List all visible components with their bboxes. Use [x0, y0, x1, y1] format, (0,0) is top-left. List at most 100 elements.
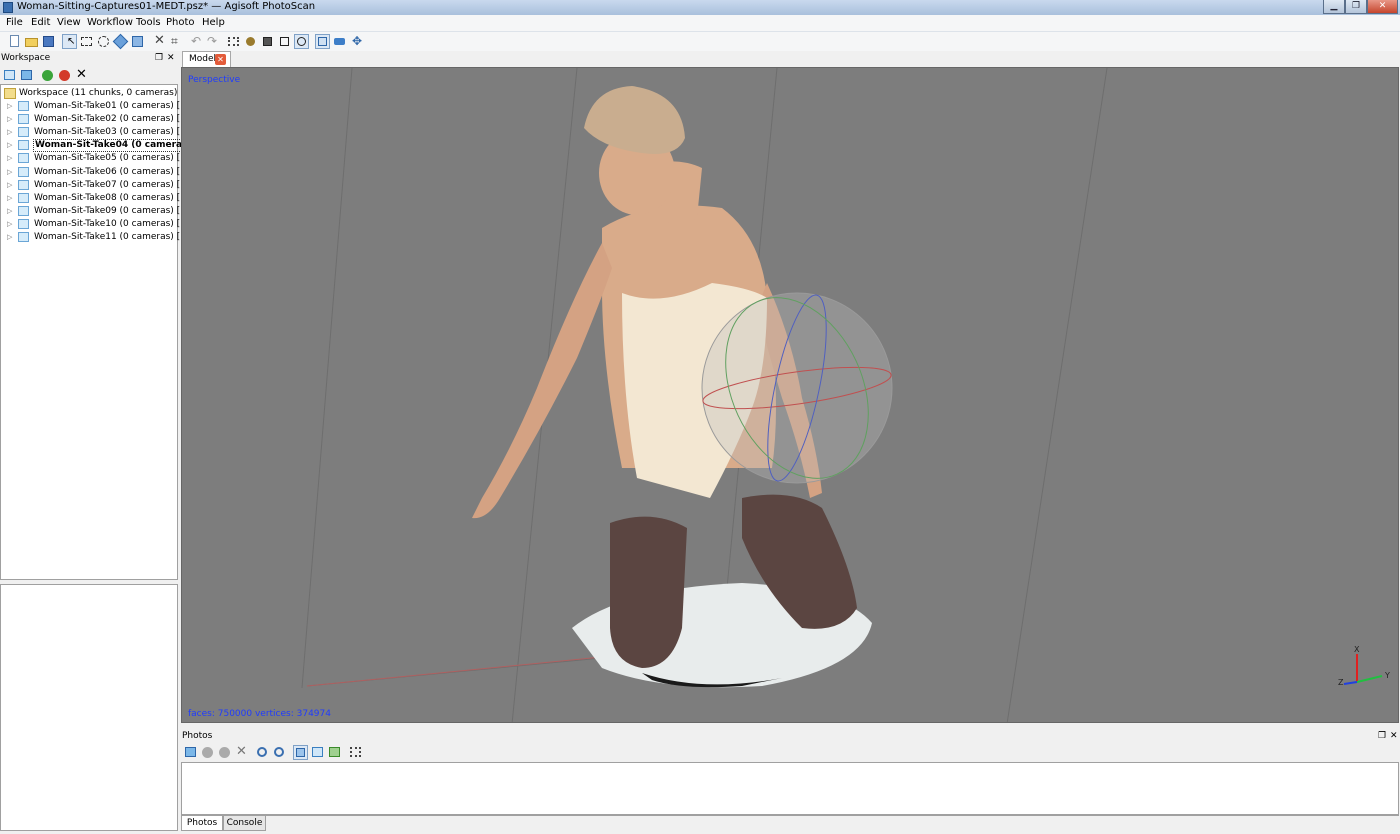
- axis-z-label: Z: [1338, 678, 1344, 687]
- delete-selection-icon[interactable]: ✕: [151, 34, 166, 49]
- workspace-chunk-item[interactable]: ▷ Woman-Sit-Take01 (0 cameras) [R]: [1, 100, 190, 113]
- workspace-chunk-item[interactable]: ▷ Woman-Sit-Take02 (0 cameras) [R]: [1, 113, 190, 126]
- tab-console[interactable]: Console: [223, 816, 266, 831]
- show-info-icon[interactable]: [332, 34, 347, 49]
- workspace-root[interactable]: Workspace (11 chunks, 0 cameras): [1, 87, 177, 100]
- enable-icon[interactable]: [40, 68, 55, 83]
- expand-arrow-icon[interactable]: ▷: [7, 192, 12, 205]
- workspace-chunk-item[interactable]: ▷ Woman-Sit-Take03 (0 cameras) [R]: [1, 126, 190, 139]
- workspace-chunk-item[interactable]: ▷ Woman-Sit-Take07 (0 cameras) [R]: [1, 179, 190, 192]
- chunk-label: Woman-Sit-Take02 (0 cameras) [R]: [34, 114, 190, 125]
- workspace-chunk-item[interactable]: ▷ Woman-Sit-Take05 (0 cameras) [R]: [1, 152, 190, 165]
- expand-arrow-icon[interactable]: ▷: [7, 152, 12, 165]
- maximize-button[interactable]: ❐: [1345, 0, 1367, 14]
- chunk-icon: [18, 166, 29, 177]
- show-model-icon[interactable]: [243, 34, 258, 49]
- float-panel-icon[interactable]: ❐: [1378, 730, 1386, 742]
- large-icons-icon[interactable]: [293, 745, 308, 760]
- close-panel-icon[interactable]: ✕: [1390, 730, 1398, 742]
- tab-photos[interactable]: Photos: [181, 816, 223, 831]
- workspace-chunk-item[interactable]: ▷ Woman-Sit-Take11 (0 cameras) [R]: [1, 231, 190, 244]
- crop-selection-icon[interactable]: ⌗: [168, 34, 183, 49]
- chunk-icon: [18, 153, 29, 164]
- workspace-toolbar: ✕: [0, 67, 178, 84]
- workspace-chunk-item[interactable]: ▷ Woman-Sit-Take10 (0 cameras) [R]: [1, 218, 190, 231]
- chunk-icon: [18, 101, 29, 111]
- save-icon[interactable]: [41, 34, 56, 49]
- shaded-model-icon[interactable]: [260, 34, 275, 49]
- rectangle-selection-icon[interactable]: [79, 34, 94, 49]
- chunk-label: Woman-Sit-Take09 (0 cameras) [R]: [34, 205, 190, 216]
- workspace-chunk-item[interactable]: ▷ Woman-Sit-Take09 (0 cameras) [R]: [1, 205, 190, 218]
- zoom-out-icon[interactable]: [272, 745, 287, 760]
- axis-x-label: X: [1354, 645, 1360, 654]
- expand-arrow-icon[interactable]: ▷: [7, 126, 12, 139]
- photos-list[interactable]: [181, 762, 1399, 815]
- expand-arrow-icon[interactable]: ▷: [7, 205, 12, 218]
- redo-icon[interactable]: ↷: [205, 34, 220, 49]
- navigation-tool-icon[interactable]: ↖: [62, 34, 77, 49]
- chunk-label: Woman-Sit-Take08 (0 cameras) [R]: [34, 192, 190, 203]
- chunk-label: Woman-Sit-Take11 (0 cameras) [R]: [34, 232, 190, 242]
- menu-help[interactable]: Help: [202, 16, 225, 30]
- close-panel-icon[interactable]: ✕: [167, 52, 175, 65]
- menu-edit[interactable]: Edit: [31, 16, 50, 30]
- chunk-label: Woman-Sit-Take06 (0 cameras) [R]: [34, 166, 190, 177]
- float-panel-icon[interactable]: ❐: [155, 52, 163, 65]
- workspace-chunk-item[interactable]: ▷ Woman-Sit-Take08 (0 cameras) [R]: [1, 192, 190, 205]
- workspace-icon: [4, 88, 16, 99]
- wireframe-model-icon[interactable]: [277, 34, 292, 49]
- new-project-icon[interactable]: [7, 34, 22, 49]
- circle-selection-icon[interactable]: [96, 34, 111, 49]
- menu-workflow[interactable]: Workflow: [87, 16, 133, 30]
- tab-model-label: Model: [189, 54, 217, 64]
- workspace-chunk-item[interactable]: ▷ Woman-Sit-Take04 (0 cameras) [R]: [1, 139, 212, 153]
- move-region-icon[interactable]: [112, 33, 129, 50]
- add-photos-icon[interactable]: [19, 68, 34, 83]
- chunk-icon: [18, 192, 29, 203]
- add-photos-icon[interactable]: [183, 745, 198, 760]
- show-cameras-icon[interactable]: [226, 34, 241, 49]
- expand-arrow-icon[interactable]: ▷: [7, 139, 12, 152]
- title-bar: Woman-Sitting-Captures01-MEDT.psz* — Agi…: [0, 0, 1400, 15]
- workspace-chunk-item[interactable]: ▷ Woman-Sit-Take06 (0 cameras) [R]: [1, 166, 190, 179]
- resize-region-icon[interactable]: [130, 34, 145, 49]
- close-tab-icon[interactable]: ✕: [215, 54, 226, 65]
- tab-model[interactable]: Model ✕: [182, 51, 231, 67]
- main-toolbar: ↖ ✕ ⌗ ↶ ↷ ✥: [0, 32, 1400, 51]
- chunk-label: Woman-Sit-Take01 (0 cameras) [R]: [34, 101, 190, 111]
- import-masks-icon[interactable]: [327, 745, 342, 760]
- show-region-icon[interactable]: [294, 34, 309, 49]
- remove-photo-icon[interactable]: ✕: [234, 744, 249, 760]
- axis-y-label: Y: [1384, 671, 1390, 680]
- remove-items-icon[interactable]: ✕: [74, 67, 89, 83]
- expand-arrow-icon[interactable]: ▷: [7, 100, 12, 113]
- undo-icon[interactable]: ↶: [189, 34, 204, 49]
- expand-arrow-icon[interactable]: ▷: [7, 166, 12, 179]
- model-viewport[interactable]: X Y Z Perspective faces: 750000 vertices…: [181, 67, 1399, 723]
- menu-photo[interactable]: Photo: [166, 16, 195, 30]
- expand-arrow-icon[interactable]: ▷: [7, 179, 12, 192]
- minimize-button[interactable]: ▁: [1323, 0, 1345, 14]
- add-chunk-icon[interactable]: [2, 68, 17, 83]
- chunk-icon: [18, 205, 29, 216]
- disable-photo-icon[interactable]: [217, 745, 232, 760]
- edit-mask-icon[interactable]: [310, 745, 325, 760]
- menu-tools[interactable]: Tools: [136, 16, 161, 30]
- zoom-in-icon[interactable]: [255, 745, 270, 760]
- open-folder-icon[interactable]: [24, 34, 39, 49]
- show-trackball-icon[interactable]: [315, 34, 330, 49]
- reset-view-icon[interactable]: ✥: [349, 34, 364, 49]
- expand-arrow-icon[interactable]: ▷: [7, 231, 12, 244]
- camera-settings-icon[interactable]: [348, 745, 363, 760]
- disable-icon[interactable]: [57, 68, 72, 83]
- menu-bar: File Edit View Workflow Tools Photo Help: [0, 15, 1400, 32]
- view-mode-label: Perspective: [188, 75, 241, 85]
- expand-arrow-icon[interactable]: ▷: [7, 218, 12, 231]
- menu-view[interactable]: View: [57, 16, 81, 30]
- expand-arrow-icon[interactable]: ▷: [7, 113, 12, 126]
- close-window-button[interactable]: ✕: [1367, 0, 1398, 14]
- menu-file[interactable]: File: [6, 16, 23, 30]
- window-title: Woman-Sitting-Captures01-MEDT.psz* — Agi…: [17, 1, 316, 12]
- enable-photo-icon[interactable]: [200, 745, 215, 760]
